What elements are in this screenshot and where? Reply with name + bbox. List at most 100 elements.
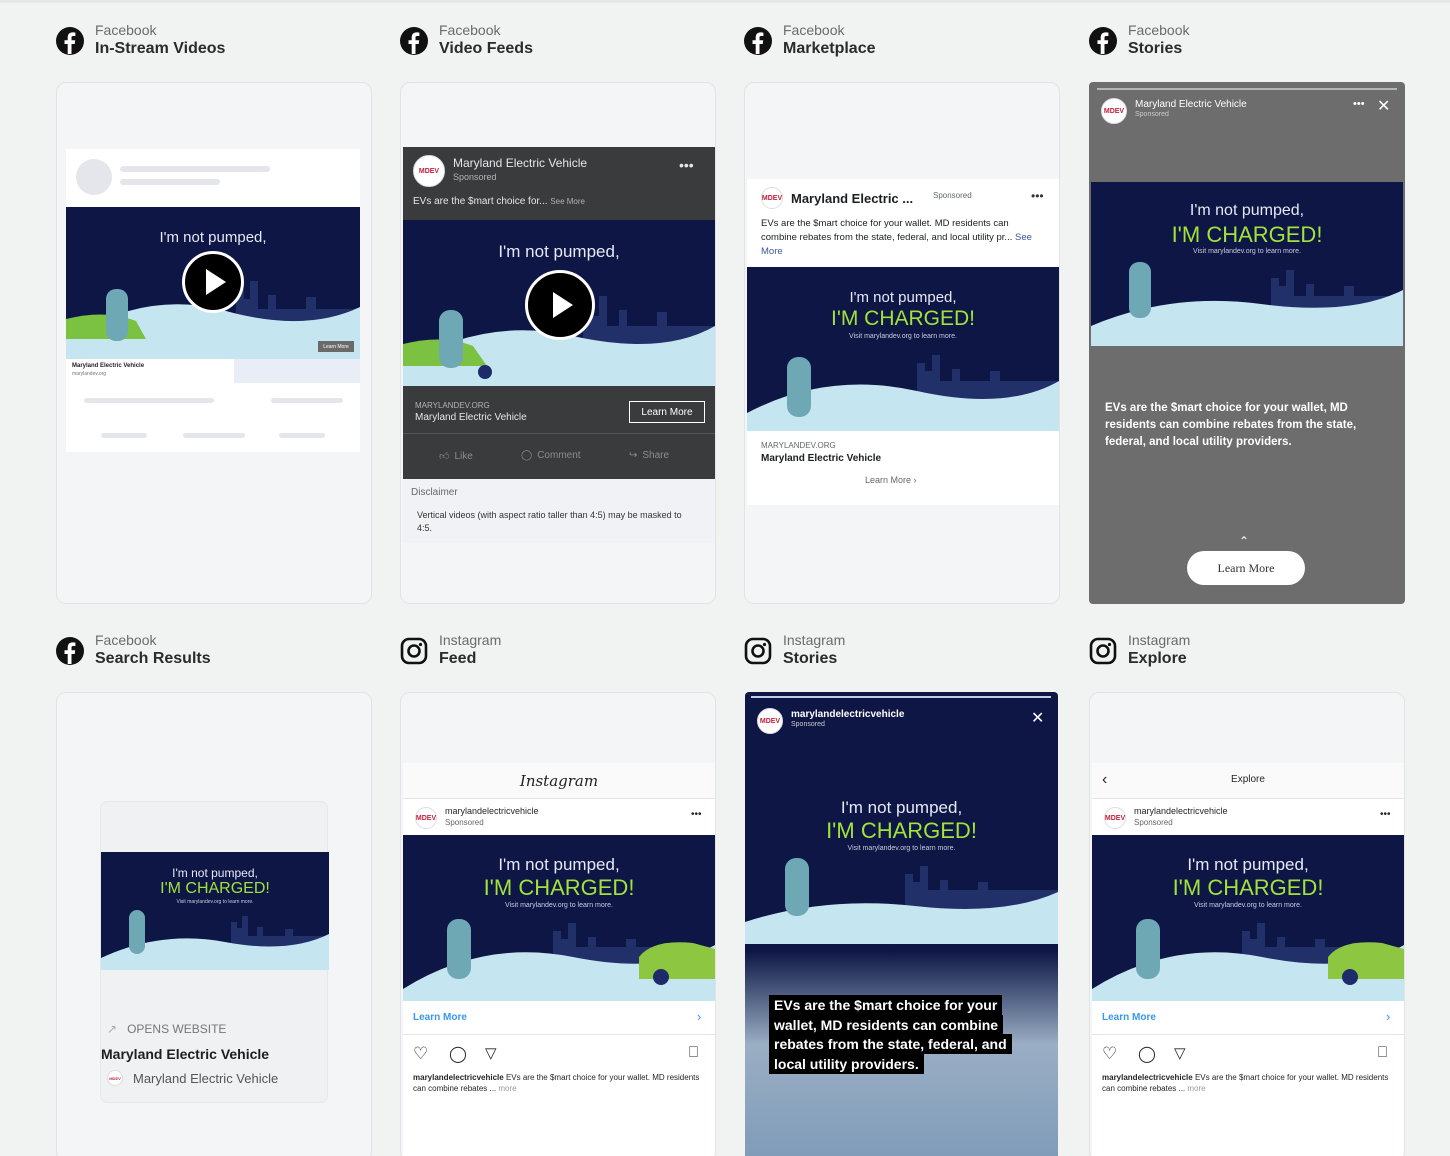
text-placeholder xyxy=(279,433,325,438)
chevron-right-icon: › xyxy=(1386,1009,1391,1024)
learn-more-button[interactable]: Learn More xyxy=(629,401,705,423)
story-author: Maryland Electric Vehicle xyxy=(1135,99,1247,110)
more-options-icon[interactable]: ••• xyxy=(1353,98,1365,110)
play-button[interactable] xyxy=(525,270,595,340)
headline-1: I'm not pumped, xyxy=(498,242,620,261)
headline-2: I'M CHARGED! xyxy=(483,875,635,900)
subline: Visit marylandev.org to learn more. xyxy=(1194,902,1302,909)
send-icon[interactable]: ▽ xyxy=(485,1044,497,1062)
marketplace-post: MDEV Maryland Electric ... Sponsored •••… xyxy=(747,179,1059,505)
chevron-right-icon: › xyxy=(697,1009,702,1024)
more-options-icon[interactable]: ••• xyxy=(679,157,694,173)
headline-2: I'M CHARGED! xyxy=(160,880,270,897)
comment-icon[interactable]: ◯ xyxy=(1138,1044,1156,1064)
avatar: MDEV xyxy=(1104,807,1126,829)
more-link[interactable]: more xyxy=(498,1084,516,1093)
external-link-icon: ↗ xyxy=(107,1022,118,1036)
share-button[interactable]: ↪ Share xyxy=(629,450,669,461)
instream-side xyxy=(234,359,360,383)
ad-creative: I'm not pumped, I'M CHARGED! Visit maryl… xyxy=(747,267,1059,431)
video-creative[interactable]: I'm not pumped, xyxy=(403,220,715,386)
preview-card-ig-feed[interactable]: Instagram MDEV marylandelectricvehicle S… xyxy=(400,692,716,1156)
cta-bar[interactable]: Learn More › xyxy=(1092,1001,1404,1035)
preview-card-fb-instream[interactable]: I'm not pumped, Learn More Maryland Elec… xyxy=(56,82,372,604)
story-body: EVs are the $mart choice for your wallet… xyxy=(1105,402,1357,448)
preview-card-fb-marketplace[interactable]: MDEV Maryland Electric ... Sponsored •••… xyxy=(744,82,1060,604)
placement-label: Explore xyxy=(1128,650,1187,667)
headline-2: I'M CHARGED! xyxy=(1172,875,1324,900)
story-body-text: EVs are the $mart choice for your wallet… xyxy=(769,995,1012,1074)
post-caption: marylandelectricvehicle EVs are the $mar… xyxy=(1102,1072,1396,1094)
body-text: EVs are the $mart choice for your wallet… xyxy=(761,218,1013,243)
avatar: MDEV xyxy=(415,807,437,829)
like-button[interactable]: 👍︎ Like xyxy=(439,450,473,463)
placement-label: Feed xyxy=(439,650,477,667)
placement-header-fb-search: Facebook Search Results xyxy=(55,632,211,669)
headline-1: I'm not pumped, xyxy=(1187,855,1309,874)
see-more-link[interactable]: See More xyxy=(550,197,585,206)
avatar: MDEV xyxy=(1101,98,1127,124)
cta-bar[interactable]: Learn More › xyxy=(403,1001,715,1035)
ig-feed-post: Instagram MDEV marylandelectricvehicle S… xyxy=(403,763,715,1156)
learn-more-link[interactable]: Learn More xyxy=(1102,1012,1156,1023)
send-icon[interactable]: ▽ xyxy=(1174,1044,1186,1062)
opens-website: ↗ OPENS WEBSITE xyxy=(107,1022,226,1036)
preview-card-ig-explore[interactable]: ‹ Explore MDEV marylandelectricvehicle S… xyxy=(1089,692,1405,1156)
bookmark-icon[interactable]: ⎕ xyxy=(689,1044,698,1061)
preview-card-fb-videofeeds[interactable]: MDEV Maryland Electric Vehicle Sponsored… xyxy=(400,82,716,604)
post-sponsored: Sponsored xyxy=(1134,818,1173,827)
comment-button[interactable]: ◯ Comment xyxy=(521,450,581,461)
disclaimer-title: Disclaimer xyxy=(411,487,458,498)
learn-more-button[interactable]: Learn More xyxy=(1187,551,1305,585)
subline: Visit marylandev.org to learn more. xyxy=(847,845,956,852)
like-label: Like xyxy=(454,450,473,462)
learn-more-button[interactable]: Learn More xyxy=(318,341,354,352)
more-options-icon[interactable]: ••• xyxy=(691,809,702,820)
facebook-icon xyxy=(399,26,429,56)
placement-header-fb-marketplace: Facebook Marketplace xyxy=(743,22,876,59)
network-label: Facebook xyxy=(95,22,157,38)
facebook-icon xyxy=(1088,26,1118,56)
preview-card-ig-stories[interactable]: MDEV marylandelectricvehicle Sponsored ✕… xyxy=(745,692,1058,1156)
preview-card-fb-search[interactable]: I'm not pumped, I'M CHARGED! Visit maryl… xyxy=(56,692,372,1156)
more-options-icon[interactable]: ••• xyxy=(1031,189,1044,203)
caption-handle: marylandelectricvehicle xyxy=(413,1073,504,1082)
ad-creative: I'm not pumped, I'M CHARGED! Visit maryl… xyxy=(403,835,715,1001)
network-label: Instagram xyxy=(439,632,502,648)
close-icon[interactable]: ✕ xyxy=(1377,96,1390,116)
learn-more-link[interactable]: Learn More › xyxy=(865,475,917,485)
instagram-icon xyxy=(399,636,429,666)
subline: Visit marylandev.org to learn more. xyxy=(1193,248,1301,255)
placement-label: Marketplace xyxy=(783,40,876,57)
search-result-title[interactable]: Maryland Electric Vehicle xyxy=(101,1046,269,1062)
close-icon[interactable]: ✕ xyxy=(1031,708,1044,728)
body-text: EVs are the $mart choice for... xyxy=(413,196,548,207)
more-link[interactable]: more xyxy=(1187,1084,1205,1093)
story-author: marylandelectricvehicle xyxy=(791,709,905,720)
caption-handle: marylandelectricvehicle xyxy=(1102,1073,1193,1082)
comment-icon[interactable]: ◯ xyxy=(449,1044,467,1064)
heart-icon[interactable]: ♡ xyxy=(1102,1044,1117,1064)
avatar: MDEV xyxy=(761,187,783,209)
avatar: MDEV xyxy=(413,155,445,187)
post-author: marylandelectricvehicle xyxy=(1134,806,1228,816)
placement-header-fb-instream: Facebook In-Stream Videos xyxy=(55,22,225,59)
placement-label: Stories xyxy=(783,650,838,667)
play-button[interactable] xyxy=(182,251,244,313)
comment-label: Comment xyxy=(537,450,581,461)
video-creative[interactable]: I'm not pumped, Learn More xyxy=(66,207,360,359)
ig-explore-post: ‹ Explore MDEV marylandelectricvehicle S… xyxy=(1092,763,1404,1156)
placement-header-fb-videofeeds: Facebook Video Feeds xyxy=(399,22,533,59)
preview-card-fb-stories[interactable]: MDEV Maryland Electric Vehicle Sponsored… xyxy=(1089,82,1405,604)
story-sponsored: Sponsored xyxy=(791,721,825,728)
heart-icon[interactable]: ♡ xyxy=(413,1044,428,1064)
placement-header-ig-explore: Instagram Explore xyxy=(1088,632,1190,669)
learn-more-link[interactable]: Learn More xyxy=(413,1012,467,1023)
bookmark-icon[interactable]: ⎕ xyxy=(1378,1044,1387,1061)
headline-1: I'm not pumped, xyxy=(1189,202,1305,219)
network-label: Facebook xyxy=(95,632,157,648)
post-domain: MARYLANDEV.ORG xyxy=(415,401,490,410)
instagram-logo: Instagram xyxy=(403,763,715,799)
more-options-icon[interactable]: ••• xyxy=(1380,809,1391,820)
share-icon: ↪ xyxy=(629,450,638,461)
